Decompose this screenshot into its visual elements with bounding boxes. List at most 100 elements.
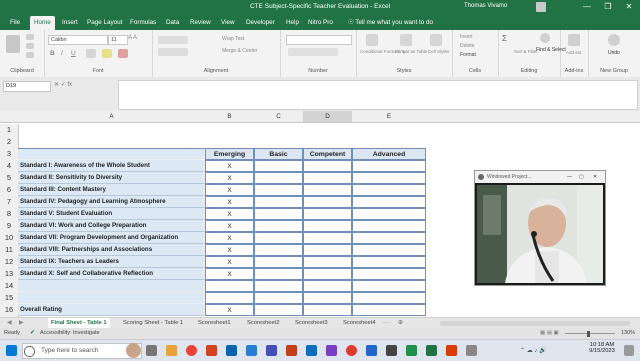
name-box[interactable]: D19 [3, 81, 51, 92]
standard-label[interactable]: Standard VIII: Partnerships and Associat… [18, 244, 205, 256]
tab-developer[interactable]: Developer [242, 17, 279, 28]
minimize-button[interactable]: — [579, 1, 595, 13]
outlook-icon[interactable] [246, 345, 257, 356]
webcam-title-bar[interactable]: Windowed Project... — ▢ ✕ [475, 171, 605, 183]
word-icon[interactable] [226, 345, 237, 356]
competent-cell[interactable] [303, 244, 352, 256]
formula-icons[interactable]: ✕ ✓ fx [54, 81, 72, 88]
edge-icon[interactable] [306, 345, 317, 356]
conditional-formatting-icon[interactable] [366, 34, 378, 46]
advanced-cell[interactable] [352, 268, 426, 280]
blank-cell[interactable] [18, 292, 205, 304]
overall-emerging-mark[interactable]: X [205, 304, 254, 316]
webcam-projector-window[interactable]: Windowed Project... — ▢ ✕ [474, 170, 606, 286]
cell-styles-icon[interactable] [430, 34, 442, 46]
column-header-c[interactable]: C [254, 111, 304, 123]
header-blank-cell[interactable] [18, 148, 205, 160]
addins-icon[interactable] [568, 34, 580, 46]
borders-icon[interactable] [86, 49, 96, 58]
emerging-mark[interactable]: X [205, 220, 254, 232]
zoom-slider-thumb[interactable] [587, 331, 590, 337]
formula-input[interactable] [118, 80, 638, 110]
emerging-mark[interactable]: X [205, 184, 254, 196]
onenote-icon[interactable] [326, 345, 337, 356]
app-icon[interactable] [206, 345, 217, 356]
tab-home[interactable]: Home [30, 16, 55, 30]
tab-review[interactable]: Review [186, 17, 215, 28]
avatar[interactable] [536, 2, 546, 12]
font-name-select[interactable]: Calibri [48, 35, 108, 45]
competent-cell[interactable] [303, 232, 352, 244]
header-emerging[interactable]: Emerging [205, 148, 254, 160]
search-icon[interactable] [540, 33, 550, 43]
advanced-cell[interactable] [352, 160, 426, 172]
undo-button[interactable]: Undo [608, 50, 620, 56]
basic-cell[interactable] [254, 196, 303, 208]
emerging-mark[interactable]: X [205, 208, 254, 220]
emerging-mark[interactable]: X [205, 196, 254, 208]
basic-cell[interactable] [254, 184, 303, 196]
advanced-cell[interactable] [352, 172, 426, 184]
standard-label[interactable]: Standard III: Content Mastery [18, 184, 205, 196]
header-competent[interactable]: Competent [303, 148, 352, 160]
webcam-maximize-button[interactable]: ▢ [579, 171, 584, 183]
advanced-cell[interactable] [352, 232, 426, 244]
tab-help[interactable]: Help [282, 17, 303, 28]
addins-button[interactable]: Add-ins [566, 50, 581, 55]
advanced-cell[interactable] [352, 208, 426, 220]
overall-rating-label[interactable]: Overall Rating [18, 304, 205, 316]
header-advanced[interactable]: Advanced [352, 148, 426, 160]
copy-icon[interactable] [26, 43, 34, 49]
competent-cell[interactable] [303, 184, 352, 196]
standard-label[interactable]: Standard II: Sensitivity to Diversity [18, 172, 205, 184]
basic-cell[interactable] [254, 220, 303, 232]
fill-color-icon[interactable] [102, 49, 112, 58]
format-button[interactable]: Format [460, 52, 476, 58]
wrap-text-button[interactable]: Wrap Text [222, 36, 244, 42]
blank-cell[interactable] [205, 280, 254, 292]
competent-cell[interactable] [303, 220, 352, 232]
windows-start-icon[interactable] [6, 345, 17, 356]
competent-cell[interactable] [303, 268, 352, 280]
emerging-mark[interactable]: X [205, 232, 254, 244]
user-name[interactable]: Thomas Vivamo [464, 3, 507, 9]
app-gray-icon[interactable] [466, 345, 477, 356]
select-all-corner[interactable] [0, 111, 19, 123]
chrome-icon[interactable] [186, 345, 197, 356]
font-color-icon[interactable] [118, 49, 128, 58]
zoom-app-icon[interactable] [366, 345, 377, 356]
blank-cell[interactable] [352, 292, 426, 304]
app-green-icon[interactable] [406, 345, 417, 356]
teams-icon[interactable] [266, 345, 277, 356]
emerging-mark[interactable]: X [205, 256, 254, 268]
standard-label[interactable]: Standard X: Self and Collaborative Refle… [18, 268, 205, 280]
number-format-icons[interactable] [288, 48, 338, 56]
cell-styles-button[interactable]: Cell Styles [428, 49, 449, 54]
insert-button[interactable]: Insert [460, 34, 473, 40]
excel-icon[interactable] [426, 345, 437, 356]
horizontal-scrollbar[interactable] [440, 321, 630, 326]
task-view-icon[interactable] [146, 345, 157, 356]
underline-icon[interactable]: U [71, 50, 76, 57]
cut-icon[interactable] [26, 34, 34, 40]
blank-cell[interactable] [254, 280, 303, 292]
tab-insert[interactable]: Insert [58, 17, 82, 28]
tab-nitro-pro[interactable]: Nitro Pro [304, 17, 337, 28]
tab-data[interactable]: Data [162, 17, 183, 28]
basic-cell[interactable] [254, 304, 303, 316]
acrobat-icon[interactable] [446, 345, 457, 356]
webcam-minimize-button[interactable]: — [567, 171, 572, 183]
advanced-cell[interactable] [352, 196, 426, 208]
accessibility-icon[interactable]: ✔ [30, 329, 35, 336]
basic-cell[interactable] [254, 160, 303, 172]
basic-cell[interactable] [254, 172, 303, 184]
sort-filter-button[interactable]: Sort & Filter [514, 49, 538, 54]
merge-center-button[interactable]: Merge & Center [222, 48, 257, 54]
tab-formulas[interactable]: Formulas [126, 17, 160, 28]
autosum-icon[interactable]: Σ [502, 34, 507, 43]
advanced-cell[interactable] [352, 256, 426, 268]
blank-cell[interactable] [303, 292, 352, 304]
tab-view[interactable]: View [217, 17, 239, 28]
competent-cell[interactable] [303, 160, 352, 172]
blank-cell[interactable] [352, 280, 426, 292]
